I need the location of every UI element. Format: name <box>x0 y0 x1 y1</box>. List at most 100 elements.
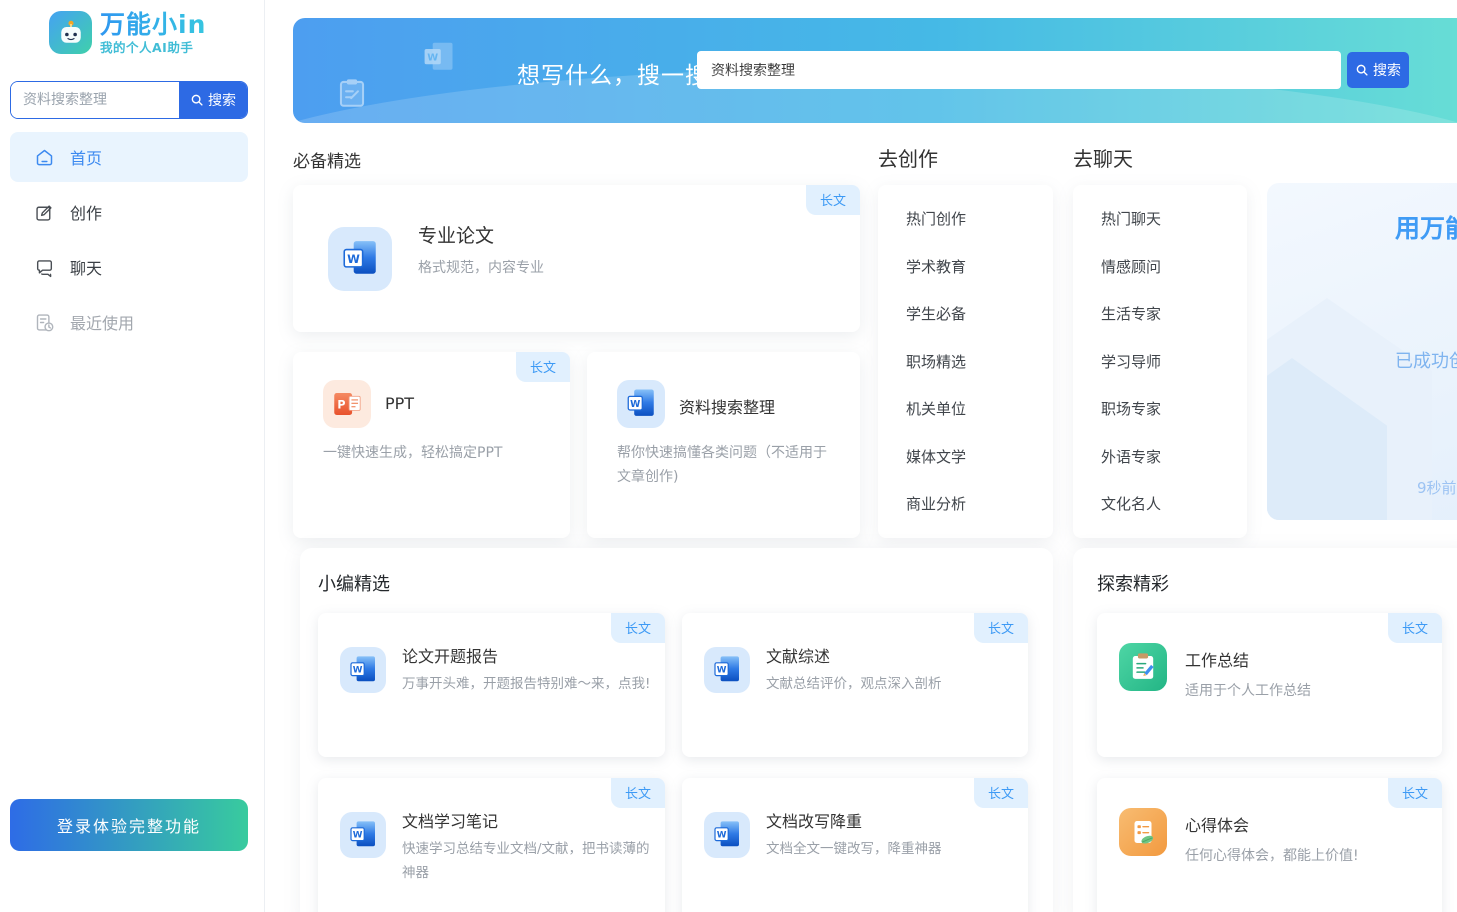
long-text-badge: 长文 <box>611 778 665 808</box>
word-icon: W <box>704 812 750 858</box>
card-work-summary[interactable]: 长文 工作总结 适用于个人工作总结 <box>1097 613 1442 757</box>
card-desc: 格式规范，内容专业 <box>418 257 544 277</box>
sidebar-search-input[interactable] <box>11 82 179 118</box>
chat-item[interactable]: 情感顾问 <box>1073 244 1247 292</box>
card-desc: 适用于个人工作总结 <box>1185 679 1437 704</box>
brand-name: 万能小in <box>100 11 206 39</box>
chat-item[interactable]: 热门聊天 <box>1073 196 1247 244</box>
section-title-essentials: 必备精选 <box>293 147 361 172</box>
card-doc-study-notes[interactable]: 长文 W 文档学习笔记 快速学习总结专业文档/文献，把书读薄的神器 <box>318 778 665 912</box>
card-literature-review[interactable]: 长文 W 文献综述 文献总结评价，观点深入剖析 <box>682 613 1028 757</box>
svg-text:W: W <box>427 53 438 64</box>
word-icon: W <box>340 812 386 858</box>
robot-icon <box>49 11 92 54</box>
brand-tagline: 我的个人AI助手 <box>100 41 206 55</box>
long-text-badge: 长文 <box>1388 778 1442 808</box>
svg-text:W: W <box>353 666 363 676</box>
long-text-badge: 长文 <box>611 613 665 643</box>
create-item[interactable]: 机关单位 <box>878 386 1053 434</box>
card-title: 工作总结 <box>1185 647 1249 671</box>
chat-item[interactable]: 生活专家 <box>1073 291 1247 339</box>
sidebar-item-chat[interactable]: 聊天 <box>10 242 248 292</box>
card-title: PPT <box>385 394 414 413</box>
card-title: 心得体会 <box>1185 812 1249 836</box>
chat-item[interactable]: 外语专家 <box>1073 434 1247 482</box>
svg-text:P: P <box>337 399 345 412</box>
section-title-chat: 去聊天 <box>1073 143 1133 172</box>
card-desc: 帮你快速搞懂各类问题（不适用于文章创作) <box>617 442 839 490</box>
create-item[interactable]: 学术教育 <box>878 244 1053 292</box>
create-item[interactable]: 热门创作 <box>878 196 1053 244</box>
long-text-badge: 长文 <box>974 778 1028 808</box>
card-title: 文档改写降重 <box>766 808 862 832</box>
chat-icon <box>34 257 55 278</box>
svg-text:W: W <box>353 831 363 841</box>
long-text-badge: 长文 <box>806 185 860 215</box>
section-title-editors: 小编精选 <box>318 570 390 596</box>
sidebar-item-create[interactable]: 创作 <box>10 187 248 237</box>
card-title: 专业论文 <box>418 221 494 248</box>
card-desc: 快速学习总结专业文档/文献，把书读薄的神器 <box>402 838 654 885</box>
section-title-explore: 探索精彩 <box>1097 570 1169 596</box>
sidebar: 万能小in 我的个人AI助手 搜索 首页 创作 <box>0 0 265 912</box>
card-title: 文献综述 <box>766 643 830 667</box>
sidebar-item-recent[interactable]: 最近使用 <box>10 297 248 347</box>
promo-panel[interactable]: 用万能 已成功创 9秒前 <box>1267 183 1457 520</box>
promo-headline: 用万能 <box>1395 209 1457 245</box>
card-desc: 一键快速生成，轻松搞定PPT <box>323 442 545 466</box>
card-title: 文档学习笔记 <box>402 808 498 832</box>
recent-doc-clock-icon <box>34 312 55 333</box>
feature-card-thesis[interactable]: 长文 W 专业论文 格式规范，内容专业 <box>293 185 860 332</box>
card-desc: 文档全文一键改写，降重神器 <box>766 838 1018 862</box>
banner-search-input[interactable] <box>697 51 1341 89</box>
create-item[interactable]: 商业分析 <box>878 481 1053 529</box>
editors-picks-panel: 小编精选 长文 W 论文开题报告 万事开头难，开题报告特别难～来，点我! 长文 … <box>300 548 1053 912</box>
banner-title: 想写什么，搜一搜 <box>517 56 709 90</box>
word-icon: W <box>340 647 386 693</box>
word-icon: W <box>704 647 750 693</box>
word-icon: W <box>421 40 457 76</box>
search-icon <box>1355 63 1369 77</box>
word-icon: W <box>328 227 392 291</box>
card-title: 资料搜索整理 <box>679 394 775 418</box>
sidebar-search-button[interactable]: 搜索 <box>179 82 247 118</box>
word-icon: W <box>617 380 665 428</box>
brand[interactable]: 万能小in 我的个人AI助手 <box>49 11 206 54</box>
card-desc: 万事开头难，开题报告特别难～来，点我! <box>402 673 654 697</box>
sidebar-item-home[interactable]: 首页 <box>10 132 248 182</box>
ppt-icon: P <box>323 380 371 428</box>
svg-text:W: W <box>717 666 727 676</box>
create-item[interactable]: 媒体文学 <box>878 434 1053 482</box>
long-text-badge: 长文 <box>516 352 570 382</box>
card-desc: 任何心得体会，都能上价值! <box>1185 844 1437 869</box>
long-text-badge: 长文 <box>974 613 1028 643</box>
promo-status: 已成功创 <box>1395 347 1457 373</box>
home-icon <box>34 147 55 168</box>
search-icon <box>190 93 204 107</box>
scroll-leaf-icon <box>1119 808 1167 856</box>
section-title-create: 去创作 <box>878 143 938 172</box>
search-banner: W 想写什么，搜一搜 搜索 <box>293 18 1457 123</box>
svg-text:W: W <box>347 252 360 266</box>
card-reflections[interactable]: 长文 心得体会 任何心得体会，都能上价值! <box>1097 778 1442 912</box>
create-item[interactable]: 学生必备 <box>878 291 1053 339</box>
feature-card-search-organize[interactable]: W 资料搜索整理 帮你快速搞懂各类问题（不适用于文章创作) <box>587 352 860 538</box>
chat-item[interactable]: 学习导师 <box>1073 339 1247 387</box>
create-item[interactable]: 职场精选 <box>878 339 1053 387</box>
chat-item[interactable]: 文化名人 <box>1073 481 1247 529</box>
sidebar-search: 搜索 <box>10 81 248 119</box>
clipboard-pen-icon <box>1119 643 1167 691</box>
banner-search-button[interactable]: 搜索 <box>1347 52 1409 88</box>
svg-text:W: W <box>630 399 641 410</box>
explore-panel: 探索精彩 长文 工作总结 适用于个人工作总结 长文 <box>1073 548 1457 912</box>
card-thesis-proposal[interactable]: 长文 W 论文开题报告 万事开头难，开题报告特别难～来，点我! <box>318 613 665 757</box>
long-text-badge: 长文 <box>1388 613 1442 643</box>
feature-card-ppt[interactable]: 长文 P PPT 一键快速生成，轻松搞定PPT <box>293 352 570 538</box>
card-doc-rewrite[interactable]: 长文 W 文档改写降重 文档全文一键改写，降重神器 <box>682 778 1028 912</box>
create-category-list: 热门创作 学术教育 学生必备 职场精选 机关单位 媒体文学 商业分析 <box>878 185 1053 538</box>
login-button[interactable]: 登录体验完整功能 <box>10 799 248 851</box>
chat-item[interactable]: 职场专家 <box>1073 386 1247 434</box>
svg-text:W: W <box>717 831 727 841</box>
card-title: 论文开题报告 <box>402 643 498 667</box>
clipboard-icon <box>335 76 369 110</box>
